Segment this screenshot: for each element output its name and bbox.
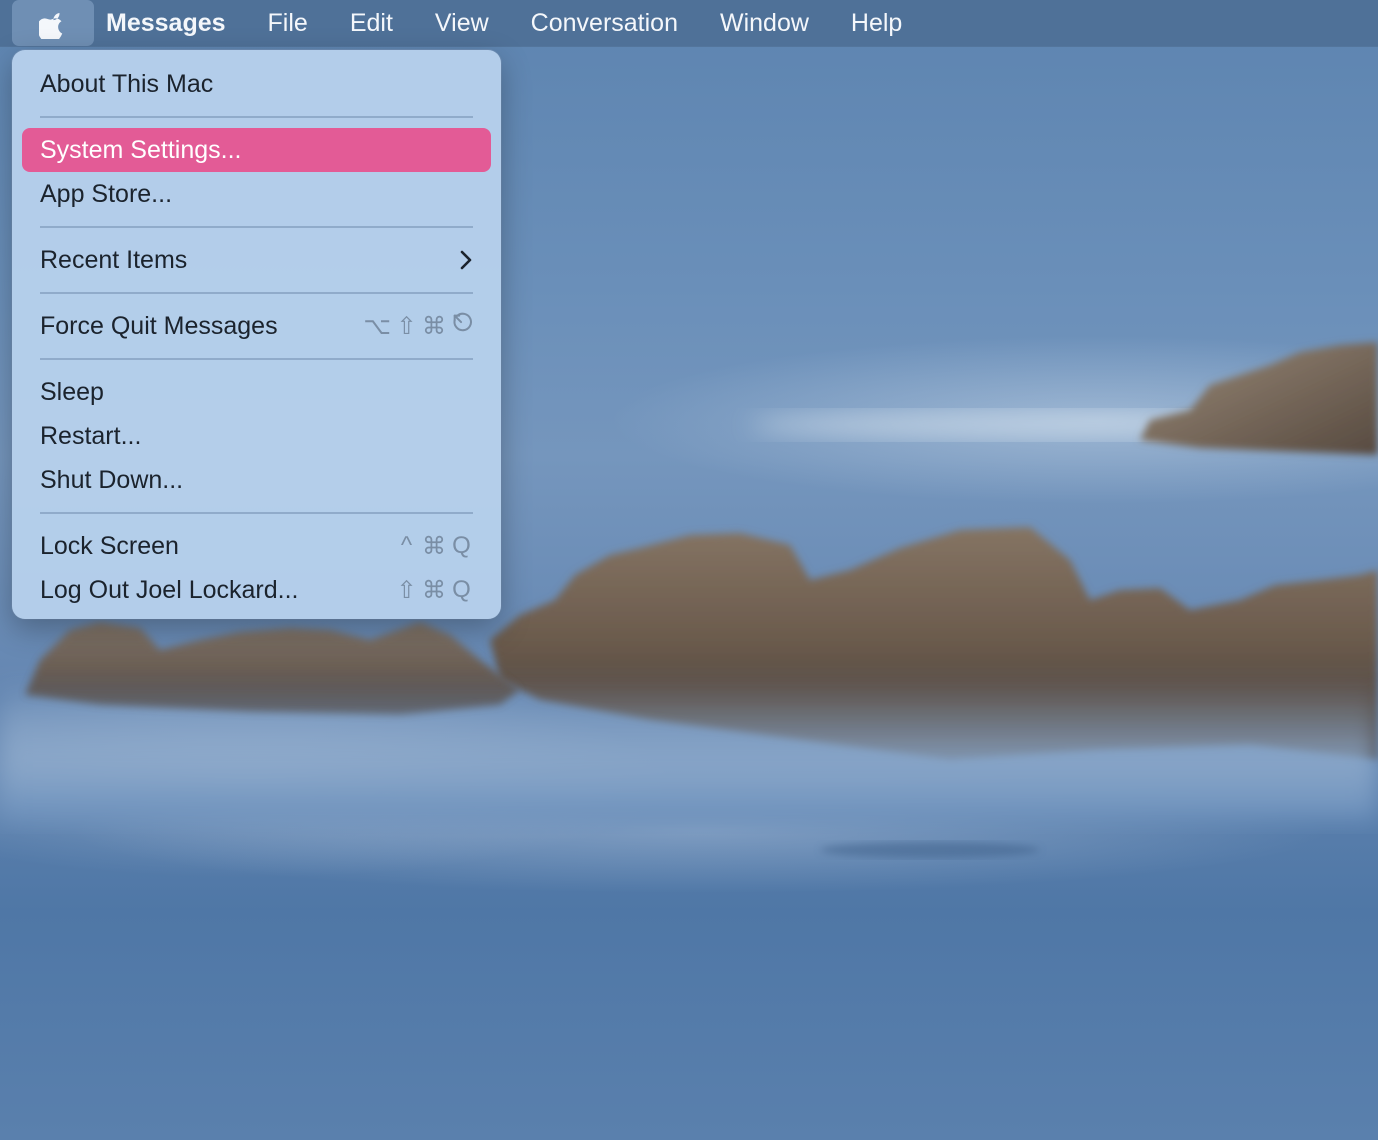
menu-item-lock-screen[interactable]: Lock Screen ^ ⌘ Q xyxy=(22,524,491,568)
water-shadow xyxy=(820,842,1040,858)
chevron-right-icon xyxy=(459,249,473,271)
menu-separator xyxy=(40,292,473,294)
mist-layer xyxy=(0,680,1378,820)
menu-item-label: Shut Down... xyxy=(40,465,184,494)
shift-key-icon: ⇧ xyxy=(396,576,418,604)
menu-item-label: Restart... xyxy=(40,421,142,450)
menu-item-label: Log Out Joel Lockard... xyxy=(40,575,299,604)
menubar-window[interactable]: Window xyxy=(699,0,830,46)
menu-item-restart[interactable]: Restart... xyxy=(22,414,491,458)
q-key: Q xyxy=(452,532,472,559)
menu-item-label: System Settings... xyxy=(40,135,242,164)
menu-item-label: Lock Screen xyxy=(40,531,179,560)
menu-item-sleep[interactable]: Sleep xyxy=(22,370,491,414)
menu-item-recent-items[interactable]: Recent Items xyxy=(22,238,491,282)
menubar-edit[interactable]: Edit xyxy=(329,0,414,46)
menubar-conversation[interactable]: Conversation xyxy=(510,0,699,46)
menubar-help[interactable]: Help xyxy=(830,0,923,46)
shift-key-icon: ⇧ xyxy=(396,312,418,340)
menu-item-force-quit[interactable]: Force Quit Messages ⌥ ⇧ ⌘ xyxy=(22,304,491,348)
option-key-icon: ⌥ xyxy=(363,312,392,340)
menubar-app-messages[interactable]: Messages xyxy=(94,0,247,46)
menu-item-log-out[interactable]: Log Out Joel Lockard... ⇧ ⌘ Q xyxy=(22,568,491,612)
menu-item-label: Recent Items xyxy=(40,245,188,274)
apple-logo-icon xyxy=(39,13,63,39)
menu-item-label: Sleep xyxy=(40,377,104,406)
apple-menu-dropdown: About This Mac System Settings... App St… xyxy=(12,50,501,619)
keyboard-shortcut: ^ ⌘ Q xyxy=(396,532,473,561)
keyboard-shortcut: ⇧ ⌘ Q xyxy=(396,576,473,605)
command-key-icon: ⌘ xyxy=(422,576,447,604)
menubar-file[interactable]: File xyxy=(247,0,329,46)
apple-menu-button[interactable] xyxy=(12,0,94,46)
menu-item-label: About This Mac xyxy=(40,69,214,98)
menu-item-label: App Store... xyxy=(40,179,173,208)
menu-item-about-this-mac[interactable]: About This Mac xyxy=(22,62,491,106)
rock-outcrop-right xyxy=(1140,342,1378,455)
menu-item-app-store[interactable]: App Store... xyxy=(22,172,491,216)
control-key-icon: ^ xyxy=(400,532,414,559)
command-key-icon: ⌘ xyxy=(422,532,447,560)
menu-item-label: Force Quit Messages xyxy=(40,311,278,340)
menu-separator xyxy=(40,226,473,228)
menu-separator xyxy=(40,512,473,514)
escape-key-icon xyxy=(451,312,473,341)
q-key: Q xyxy=(452,576,472,603)
menu-separator xyxy=(40,358,473,360)
menubar-view[interactable]: View xyxy=(414,0,510,46)
command-key-icon: ⌘ xyxy=(422,312,447,340)
menu-bar: Messages File Edit View Conversation Win… xyxy=(0,0,1378,46)
menu-item-shut-down[interactable]: Shut Down... xyxy=(22,458,491,502)
menu-separator xyxy=(40,116,473,118)
menu-item-system-settings[interactable]: System Settings... xyxy=(22,128,491,172)
keyboard-shortcut: ⌥ ⇧ ⌘ xyxy=(363,312,473,341)
